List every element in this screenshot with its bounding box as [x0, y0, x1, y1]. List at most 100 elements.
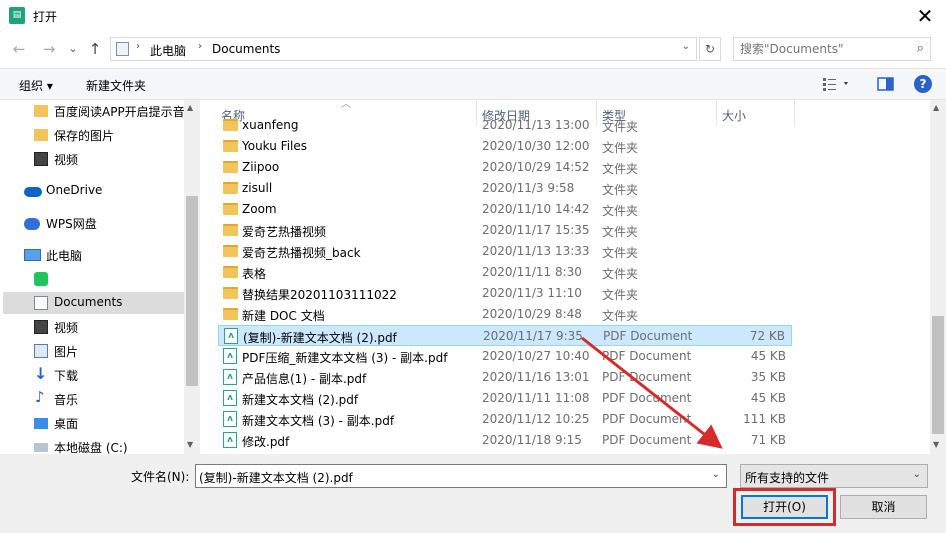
- sidebar-item-label: 此电脑: [46, 249, 83, 263]
- file-size: 71 KB: [750, 433, 786, 447]
- sidebar-item-saved-pictures[interactable]: 保存的图片: [4, 124, 182, 146]
- organize-menu[interactable]: 组织 ▾: [19, 77, 53, 94]
- scrollbar-thumb[interactable]: [932, 316, 944, 434]
- folder-row[interactable]: Zoom 2020/11/10 14:42 文件夹: [218, 199, 792, 220]
- file-name: 表格: [242, 267, 267, 281]
- sidebar-item-music[interactable]: ♪ 音乐: [4, 388, 182, 410]
- navigation-bar: ← → ⌄ ↑ › 此电脑 › Documents ⌄ ↻ ⌕: [0, 32, 946, 66]
- search-box[interactable]: ⌕: [733, 37, 931, 61]
- view-options-icon[interactable]: [822, 75, 848, 93]
- sidebar-item-green-app[interactable]: [4, 268, 182, 290]
- file-row[interactable]: ʌ PDF压缩_新建文本文档 (3) - 副本.pdf 2020/10/27 10:…: [218, 346, 792, 367]
- chevron-right-icon[interactable]: ›: [198, 41, 202, 52]
- sidebar-scrollbar[interactable]: ▲ ▼: [184, 100, 200, 454]
- preview-pane-icon[interactable]: [877, 75, 895, 93]
- sidebar-item-videos-2[interactable]: 视频: [4, 316, 182, 338]
- file-list-scrollbar[interactable]: ▲ ▼: [930, 100, 946, 454]
- folder-row[interactable]: 爱奇艺热播视频 2020/11/17 15:35 文件夹: [218, 220, 792, 241]
- navigation-pane: 百度阅读APP开启提示音 保存的图片 视频 OneDrive WPS网盘 此电脑…: [0, 100, 200, 454]
- sidebar-item-desktop[interactable]: 桌面: [4, 412, 182, 434]
- file-name: Youku Files: [242, 139, 308, 153]
- file-row[interactable]: ʌ 新建文本文档 (2).pdf 2020/11/11 11:08 PDF Docum…: [218, 388, 792, 409]
- sidebar-item-label: 保存的图片: [54, 129, 115, 143]
- folder-icon: [223, 182, 238, 194]
- file-type: 文件夹: [602, 204, 639, 218]
- file-row[interactable]: ʌ (复制)-新建文本文档 (2).pdf 2020/11/17 9:35 PDF D…: [218, 325, 792, 346]
- file-row[interactable]: ʌ 修改.pdf 2020/11/18 9:15 PDF Document 71 KB: [218, 430, 792, 451]
- file-name: 爱奇艺热播视频: [242, 225, 327, 239]
- forward-button[interactable]: →: [38, 38, 60, 60]
- help-icon[interactable]: ?: [914, 75, 932, 93]
- sidebar-item-label: 视频: [54, 153, 79, 167]
- sidebar-item-onedrive[interactable]: OneDrive: [4, 180, 182, 202]
- filename-value[interactable]: (复制)-新建文本文档 (2).pdf: [199, 469, 353, 486]
- sidebar-item-label: 下载: [54, 369, 79, 383]
- file-date: 2020/11/17 15:35: [482, 223, 590, 237]
- folder-row[interactable]: zisull 2020/11/3 9:58 文件夹: [218, 178, 792, 199]
- pdf-file-icon: ʌ: [223, 348, 237, 364]
- back-button[interactable]: ←: [8, 38, 30, 60]
- desktop-icon: [34, 418, 48, 429]
- file-row[interactable]: ʌ 产品信息(1) - 副本.pdf 2020/11/16 13:01 PDF Doc…: [218, 367, 792, 388]
- sidebar-item-documents[interactable]: Documents: [3, 292, 184, 314]
- up-button[interactable]: ↑: [84, 38, 106, 60]
- sidebar-item-videos[interactable]: 视频: [4, 148, 182, 170]
- breadcrumb-this-pc[interactable]: 此电脑: [150, 42, 186, 59]
- cloud-icon: [24, 187, 42, 197]
- file-row[interactable]: ʌ 新建文本文档 (3) - 副本.pdf 2020/11/12 10:25 PDF …: [218, 409, 792, 430]
- file-date: 2020/10/29 8:48: [482, 307, 582, 321]
- sidebar-item-label: WPS网盘: [46, 217, 97, 231]
- cancel-button[interactable]: 取消: [840, 495, 927, 519]
- breadcrumb-documents[interactable]: Documents: [212, 42, 280, 56]
- scroll-up-icon[interactable]: ▲: [187, 103, 193, 112]
- pdf-file-icon: ʌ: [223, 369, 237, 385]
- file-name: 替换结果20201103111022: [242, 288, 397, 302]
- file-name: 新建文本文档 (2).pdf: [242, 393, 359, 407]
- file-date: 2020/10/30 12:00: [482, 139, 590, 153]
- search-input[interactable]: [740, 39, 910, 59]
- refresh-button[interactable]: ↻: [699, 37, 721, 61]
- scrollbar-thumb[interactable]: [186, 196, 198, 386]
- file-type: PDF Document: [602, 412, 692, 426]
- address-bar[interactable]: › 此电脑 › Documents ⌄: [110, 37, 697, 61]
- file-date: 2020/11/10 14:42: [482, 202, 590, 216]
- folder-icon: [223, 119, 238, 131]
- folder-row[interactable]: 新建 DOC 文档 2020/10/29 8:48 文件夹: [218, 304, 792, 325]
- file-type: 文件夹: [602, 162, 639, 176]
- folder-row[interactable]: Youku Files 2020/10/30 12:00 文件夹: [218, 136, 792, 157]
- chevron-down-icon[interactable]: ⌄: [913, 469, 921, 480]
- filename-input[interactable]: (复制)-新建文本文档 (2).pdf ⌄: [195, 464, 727, 488]
- file-date: 2020/11/16 13:01: [482, 370, 590, 384]
- folder-row[interactable]: 爱奇艺热播视频_back 2020/11/13 13:33 文件夹: [218, 241, 792, 262]
- download-icon: ↓: [34, 364, 48, 383]
- folder-row[interactable]: 表格 2020/11/11 8:30 文件夹: [218, 262, 792, 283]
- file-name: (复制)-新建文本文档 (2).pdf: [243, 331, 397, 345]
- sidebar-item-label: 本地磁盘 (C:): [54, 441, 128, 454]
- chevron-down-icon[interactable]: ⌄: [712, 469, 720, 480]
- folder-icon: [223, 203, 238, 215]
- chevron-down-icon[interactable]: ⌄: [682, 41, 690, 52]
- sidebar-item-baidu-folder[interactable]: 百度阅读APP开启提示音: [4, 100, 185, 122]
- sidebar-item-downloads[interactable]: ↓ 下载: [4, 364, 182, 386]
- scroll-up-icon[interactable]: ▲: [933, 103, 939, 112]
- file-name: 新建文本文档 (3) - 副本.pdf: [242, 414, 395, 428]
- new-folder-button[interactable]: 新建文件夹: [86, 77, 146, 94]
- recent-locations-dropdown[interactable]: ⌄: [62, 38, 84, 60]
- scroll-down-icon[interactable]: ▼: [187, 440, 193, 449]
- sidebar-item-wps-cloud[interactable]: WPS网盘: [4, 212, 182, 234]
- column-divider[interactable]: [794, 100, 795, 126]
- sidebar-item-local-disk-c[interactable]: 本地磁盘 (C:): [4, 436, 182, 454]
- title-bar: ▤ 打开 ✕: [0, 0, 946, 32]
- folder-row[interactable]: Ziipoo 2020/10/29 14:52 文件夹: [218, 157, 792, 178]
- file-type-filter[interactable]: 所有支持的文件 ⌄: [740, 464, 928, 488]
- sidebar-item-pictures[interactable]: 图片: [4, 340, 182, 362]
- chevron-right-icon[interactable]: ›: [136, 41, 140, 52]
- folder-row[interactable]: 替换结果20201103111022 2020/11/3 11:10 文件夹: [218, 283, 792, 304]
- folder-row[interactable]: xuanfeng 2020/11/13 13:00 文件夹: [218, 115, 792, 136]
- sidebar-item-this-pc[interactable]: 此电脑: [4, 244, 182, 266]
- close-button[interactable]: ✕: [906, 2, 944, 30]
- file-date: 2020/11/12 10:25: [482, 412, 590, 426]
- scroll-down-icon[interactable]: ▼: [933, 440, 939, 449]
- pdf-file-icon: ʌ: [224, 328, 238, 344]
- toolbar: 组织 ▾ 新建文件夹 ?: [0, 68, 946, 100]
